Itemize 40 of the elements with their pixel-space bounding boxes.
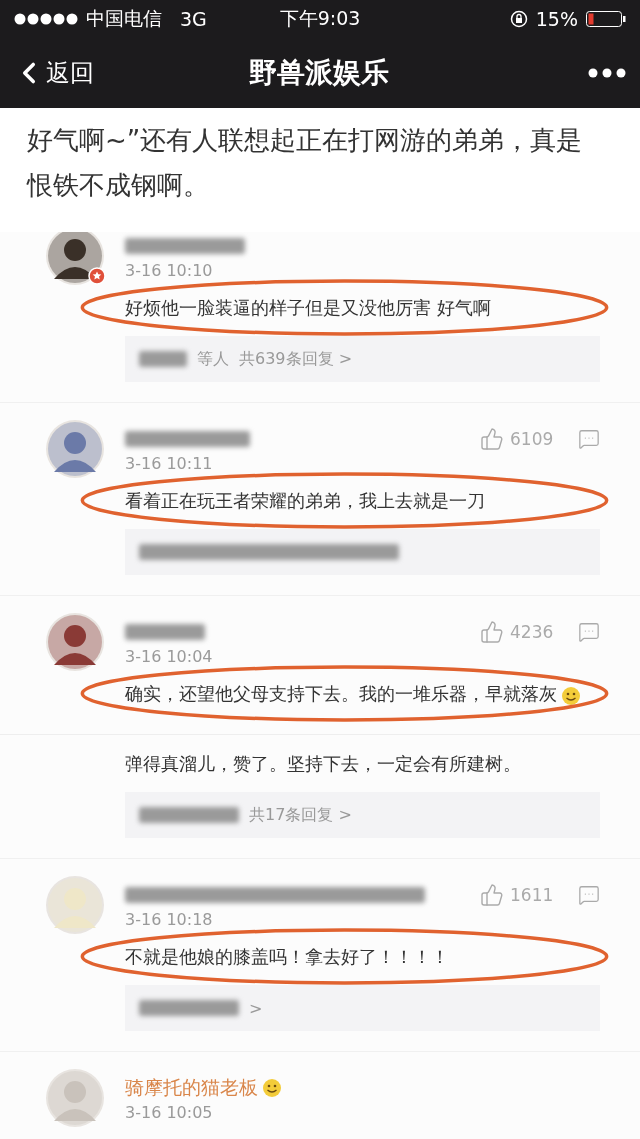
like-count: 4236 xyxy=(510,622,555,642)
like-icon[interactable] xyxy=(480,883,504,907)
replies-link[interactable] xyxy=(125,529,600,575)
user-name[interactable]: 骑摩托的猫老板 xyxy=(125,1075,258,1101)
network-type: 3G xyxy=(180,8,207,30)
replies-link[interactable]: 共17条回复 > xyxy=(125,792,600,838)
comment-icon[interactable] xyxy=(578,621,600,643)
comment-text: 不就是他娘的膝盖吗！拿去好了！！！！ xyxy=(125,946,449,967)
replies-link[interactable]: > xyxy=(125,985,600,1031)
comment-date: 3-16 10:05 xyxy=(125,1102,214,1124)
battery-icon xyxy=(586,11,626,27)
reply-summary: 共639条回复 > xyxy=(239,348,353,370)
comment-icon[interactable] xyxy=(578,884,600,906)
comment-text: 看着正在玩王者荣耀的弟弟，我上去就是一刀 xyxy=(125,490,485,511)
blurred-name xyxy=(139,351,187,367)
comment-date: 3-16 10:10 xyxy=(125,260,214,282)
rotation-lock-icon xyxy=(509,10,528,28)
battery-percent: 15% xyxy=(535,8,578,30)
back-button[interactable]: 返回 xyxy=(12,56,249,90)
comment-date: 3-16 10:04 xyxy=(125,646,214,668)
page-title: 野兽派娱乐 xyxy=(249,55,389,91)
comment-text: 弹得真溜儿，赞了。坚持下去，一定会有所建树。 xyxy=(125,753,521,774)
reply-summary: > xyxy=(249,998,263,1018)
comment-text: 好烦他一脸装逼的样子但是又没他厉害 好气啊 xyxy=(125,297,491,318)
more-icon[interactable] xyxy=(588,68,626,78)
like-icon[interactable] xyxy=(480,620,504,644)
reply-summary: 等人 xyxy=(197,348,229,370)
like-icon[interactable] xyxy=(480,427,504,451)
comment-icon[interactable] xyxy=(578,428,600,450)
comment-date: 3-16 10:18 xyxy=(125,909,214,931)
replies-link[interactable]: 等人 共639条回复 > xyxy=(125,336,600,382)
carrier-name: 中国电信 xyxy=(86,6,162,31)
article-paragraph: 好气啊~”还有人联想起正在打网游的弟弟，真是恨铁不成钢啊。 xyxy=(25,124,584,202)
like-count: 6109 xyxy=(510,429,555,449)
clock-time: 下午9:03 xyxy=(279,7,361,29)
reply-summary: 共17条回复 > xyxy=(249,804,352,826)
comment-date: 3-16 10:11 xyxy=(125,453,214,475)
signal-icon xyxy=(14,13,78,25)
comment-text: 确实，还望他父母支持下去。我的一堆乐器，早就落灰 xyxy=(125,683,557,704)
like-count: 1611 xyxy=(510,885,555,905)
